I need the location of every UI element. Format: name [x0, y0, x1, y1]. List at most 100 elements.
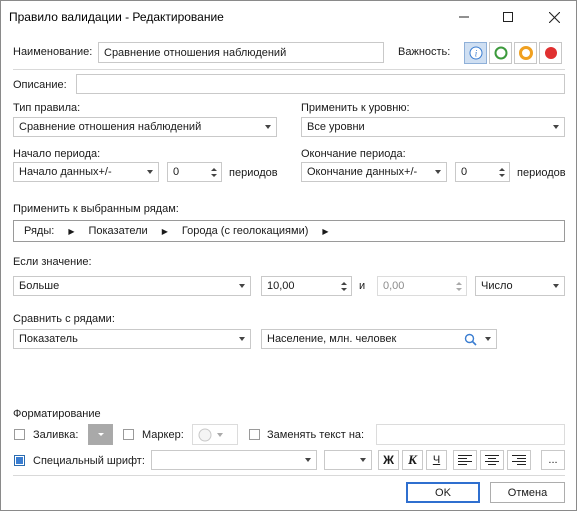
divider [13, 475, 565, 476]
period-start-select[interactable]: Начало данных+/- [13, 162, 159, 182]
value-type: Число [481, 280, 513, 292]
apply-level-label: Применить к уровню: [301, 102, 410, 114]
description-input[interactable] [76, 74, 565, 94]
stepper-arrows-icon[interactable] [207, 167, 221, 177]
chevron-down-icon [234, 284, 250, 288]
importance-low-button[interactable] [489, 42, 512, 64]
if-value-label: Если значение: [13, 256, 92, 268]
align-left-icon [458, 454, 472, 465]
fill-checkbox[interactable] [14, 429, 25, 440]
align-right-icon [512, 454, 526, 465]
apply-level-value: Все уровни [307, 121, 365, 133]
condition-value: Больше [19, 280, 60, 292]
chevron-down-icon [260, 125, 276, 129]
value-type-select[interactable]: Число [475, 276, 565, 296]
value1-stepper[interactable]: 10,00 [261, 276, 352, 296]
marker-label: Маркер: [142, 429, 184, 441]
font-family-select[interactable] [151, 450, 317, 470]
circle-marker-icon [198, 428, 212, 441]
apply-level-select[interactable]: Все уровни [301, 117, 565, 137]
breadcrumb-item[interactable]: Города (с геолокациями) [182, 225, 309, 237]
special-font-label: Специальный шрифт: [33, 455, 145, 467]
name-label: Наименование: [13, 46, 93, 58]
chevron-down-icon [548, 284, 564, 288]
chevron-down-icon [212, 432, 228, 437]
period-end-count-stepper[interactable]: 0 [455, 162, 510, 182]
value2-stepper[interactable]: 0,00 [377, 276, 467, 296]
rule-type-value: Сравнение отношения наблюдений [19, 121, 202, 133]
period-end-units: периодов [517, 167, 566, 179]
minimize-icon [459, 16, 469, 18]
rows-breadcrumb[interactable]: Ряды: ▶ Показатели ▶ Города (с геолокаци… [13, 220, 565, 242]
stepper-arrows-icon[interactable] [337, 281, 351, 291]
value2: 0,00 [383, 280, 405, 292]
period-start-count-stepper[interactable]: 0 [167, 162, 222, 182]
importance-high-button[interactable] [539, 42, 562, 64]
chevron-down-icon [97, 433, 104, 436]
chevron-right-icon[interactable]: ▶ [162, 227, 168, 236]
chevron-right-icon[interactable]: ▶ [322, 227, 328, 236]
special-font-checkbox[interactable] [14, 455, 25, 466]
validation-rule-dialog: Правило валидации - Редактирование Наиме… [0, 0, 577, 511]
window-title: Правило валидации - Редактирование [9, 10, 224, 24]
rows-label: Применить к выбранным рядам: [13, 203, 179, 215]
font-size-select[interactable] [324, 450, 372, 470]
italic-button[interactable]: К [402, 450, 423, 470]
description-label: Описание: [13, 79, 67, 91]
chevron-right-icon[interactable]: ▶ [68, 227, 74, 236]
stepper-arrows-icon[interactable] [495, 167, 509, 177]
compare-series-value: Показатель [19, 333, 78, 345]
chevron-down-icon [300, 458, 316, 462]
format-section-label: Форматирование [13, 408, 101, 420]
stepper-arrows-icon[interactable] [452, 281, 466, 291]
rule-type-select[interactable]: Сравнение отношения наблюдений [13, 117, 277, 137]
bold-button[interactable]: Ж [378, 450, 399, 470]
green-circle-icon [494, 46, 507, 60]
value1: 10,00 [267, 280, 295, 292]
replace-text-checkbox[interactable] [249, 429, 260, 440]
compare-search-select[interactable]: Население, млн. человек [261, 329, 497, 349]
close-button[interactable] [532, 1, 576, 33]
search-icon[interactable] [460, 333, 480, 346]
divider [13, 69, 565, 70]
period-end-label: Окончание периода: [301, 148, 406, 160]
breadcrumb-item[interactable]: Показатели [88, 225, 147, 237]
cancel-button[interactable]: Отмена [490, 482, 565, 503]
importance-info-button[interactable]: i [464, 42, 487, 64]
period-end-select[interactable]: Окончание данных+/- [301, 162, 447, 182]
chevron-down-icon [142, 170, 158, 174]
replace-text-input[interactable] [376, 424, 565, 445]
orange-circle-icon [518, 46, 533, 60]
align-center-button[interactable] [480, 450, 504, 470]
importance-label: Важность: [398, 46, 451, 58]
info-icon: i [469, 46, 482, 60]
close-icon [548, 11, 560, 23]
marker-select[interactable] [192, 424, 238, 445]
red-circle-icon [544, 47, 557, 59]
name-input[interactable]: Сравнение отношения наблюдений [98, 42, 384, 63]
underline-button[interactable]: Ч [426, 450, 447, 470]
name-value: Сравнение отношения наблюдений [104, 46, 287, 59]
more-options-button[interactable]: ... [541, 450, 565, 470]
period-start-mode: Начало данных+/- [19, 166, 112, 178]
compare-series-select[interactable]: Показатель [13, 329, 251, 349]
maximize-button[interactable] [486, 1, 530, 33]
importance-medium-button[interactable] [514, 42, 537, 64]
ok-button[interactable]: OK [406, 482, 480, 503]
period-start-units: периодов [229, 167, 278, 179]
condition-select[interactable]: Больше [13, 276, 251, 296]
period-end-mode: Окончание данных+/- [307, 166, 418, 178]
chevron-down-icon [355, 458, 371, 462]
fill-color-picker[interactable] [88, 424, 113, 445]
minimize-button[interactable] [442, 1, 486, 33]
breadcrumb-item[interactable]: Ряды: [24, 225, 54, 237]
chevron-down-icon [234, 337, 250, 341]
align-center-icon [485, 454, 499, 465]
align-right-button[interactable] [507, 450, 531, 470]
period-end-count: 0 [461, 166, 468, 178]
align-left-button[interactable] [453, 450, 477, 470]
fill-label: Заливка: [33, 429, 79, 441]
rule-type-label: Тип правила: [13, 102, 81, 114]
marker-checkbox[interactable] [123, 429, 134, 440]
period-start-count: 0 [173, 166, 180, 178]
